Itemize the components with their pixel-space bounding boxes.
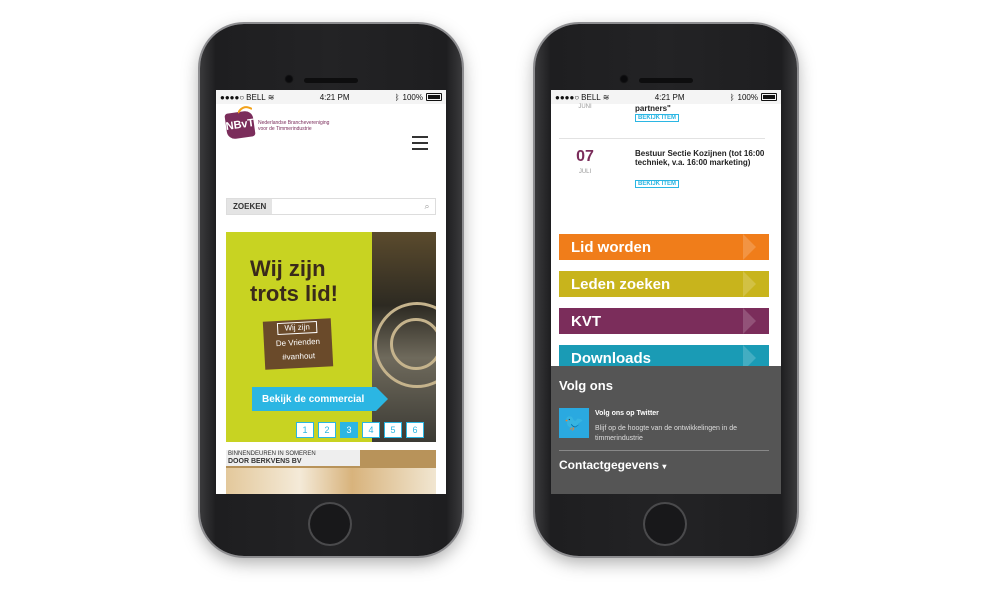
project-caption-line: BINNENDEUREN IN SOMEREN (228, 451, 316, 457)
interior-photo (226, 468, 436, 494)
nav-label: KVT (571, 312, 601, 330)
search-icon[interactable]: ⌕ (419, 199, 435, 214)
hero-title: Wij zijn trots lid! (250, 256, 338, 306)
bluetooth-icon: ᛒ (729, 92, 735, 102)
contact-label: Contactgegevens (559, 458, 660, 472)
follow-section: Volg ons 🐦 Volg ons op Twitter Blijf op … (551, 366, 781, 494)
badge-line-3: #vanhout (281, 351, 316, 362)
hamburger-menu-icon[interactable] (412, 136, 428, 150)
home-button[interactable] (645, 504, 685, 544)
slider-pager: 1 2 3 4 5 6 (296, 422, 424, 438)
contact-toggle[interactable]: Contactgegevens ▾ (559, 458, 666, 472)
screen-left: ●●●●○ BELL ≋ 4:21 PM ᛒ 100% NBvT Nederlands… (216, 90, 446, 494)
bluetooth-icon: ᛒ (394, 92, 400, 102)
twitter-description: Blijf op de hoogte van de ontwikkelingen… (595, 425, 738, 442)
arrow-right-icon (743, 308, 769, 334)
camera (284, 74, 294, 84)
pager-button[interactable]: 6 (406, 422, 424, 438)
twitter-link[interactable]: Volg ons op Twitter (595, 410, 659, 417)
search-bar: ZOEKEN ⌕ (226, 198, 436, 215)
phone-left: ●●●●○ BELL ≋ 4:21 PM ᛒ 100% NBvT Nederlands… (200, 24, 462, 556)
logo-swoosh-icon (238, 106, 252, 114)
nav-lid-worden[interactable]: Lid worden (559, 234, 769, 260)
home-button[interactable] (310, 504, 350, 544)
pager-button[interactable]: 4 (362, 422, 380, 438)
event-day: 07 (576, 148, 594, 165)
nav-label: Leden zoeken (571, 275, 671, 293)
pager-button[interactable]: 5 (384, 422, 402, 438)
logo-text: NBvT (224, 117, 256, 133)
pager-button[interactable]: 2 (318, 422, 336, 438)
hero-banner[interactable]: Wij zijn trots lid! Wij zijn De Vrienden… (226, 232, 436, 442)
project-subtitle: DOOR BERKVENS BV (228, 458, 302, 465)
caret-down-icon: ▾ (662, 462, 667, 471)
arrow-right-icon (743, 271, 769, 297)
carrier: BELL (581, 92, 601, 102)
event-month: JUNI (578, 104, 592, 110)
event-item: 07 JULI Bestuur Sectie Kozijnen (tot 16:… (559, 138, 765, 198)
project-caption: BINNENDEUREN IN SOMEREN DOOR BERKVENS BV (226, 450, 360, 466)
event-title: Bestuur Sectie Kozijnen (tot 16:00 techn… (635, 149, 765, 167)
pager-button-active[interactable]: 3 (340, 422, 358, 438)
signal-dots-icon: ●●●●○ (555, 92, 580, 102)
wifi-icon: ≋ (602, 92, 610, 102)
status-time: 4:21 PM (319, 92, 350, 102)
battery-percent: 100% (402, 92, 423, 102)
divider (559, 450, 769, 451)
nbvt-logo[interactable]: NBvT (224, 110, 256, 140)
watch-commercial-button[interactable]: Bekijk de commercial (252, 387, 388, 411)
vrienden-badge: Wij zijn De Vrienden #vanhout (262, 318, 334, 370)
battery-percent: 100% (737, 92, 758, 102)
event-month: JULI (578, 169, 592, 175)
nav-kvt[interactable]: KVT (559, 308, 769, 334)
search-label[interactable]: ZOEKEN (227, 199, 273, 214)
speaker (639, 78, 693, 83)
nav-label: Downloads (571, 349, 652, 367)
status-bar: ●●●●○ BELL ≋ 4:21 PM ᛒ 100% (216, 90, 446, 104)
search-input[interactable] (272, 199, 419, 214)
screen-right: ●●●●○ BELL ≋ 4:21 PM ᛒ 100% JUNI partners" … (551, 90, 781, 494)
project-card[interactable]: BINNENDEUREN IN SOMEREN DOOR BERKVENS BV (226, 450, 436, 494)
nav-label: Lid worden (571, 238, 651, 256)
signal-dots-icon: ●●●●○ (220, 92, 245, 102)
twitter-icon[interactable]: 🐦 (559, 408, 589, 438)
battery-icon (426, 93, 442, 101)
site-header: NBvT Nederlandse Branchevereniging voor … (216, 104, 446, 162)
phone-right: ●●●●○ BELL ≋ 4:21 PM ᛒ 100% JUNI partners" … (535, 24, 797, 556)
nav-leden-zoeken[interactable]: Leden zoeken (559, 271, 769, 297)
status-bar: ●●●●○ BELL ≋ 4:21 PM ᛒ 100% (551, 90, 781, 104)
pager-button[interactable]: 1 (296, 422, 314, 438)
camera (619, 74, 629, 84)
arrow-right-icon (743, 234, 769, 260)
event-item: JUNI partners" BEKIJK ITEM (559, 104, 765, 139)
event-title: partners" (635, 104, 671, 113)
carrier: BELL (246, 92, 266, 102)
follow-heading: Volg ons (559, 378, 613, 393)
speaker (304, 78, 358, 83)
wifi-icon: ≋ (267, 92, 275, 102)
status-time: 4:21 PM (654, 92, 685, 102)
view-item-button[interactable]: BEKIJK ITEM (635, 180, 680, 188)
battery-icon (761, 93, 777, 101)
view-item-button[interactable]: BEKIJK ITEM (635, 114, 680, 122)
org-name: Nederlandse Branchevereniging voor de Ti… (258, 120, 330, 132)
